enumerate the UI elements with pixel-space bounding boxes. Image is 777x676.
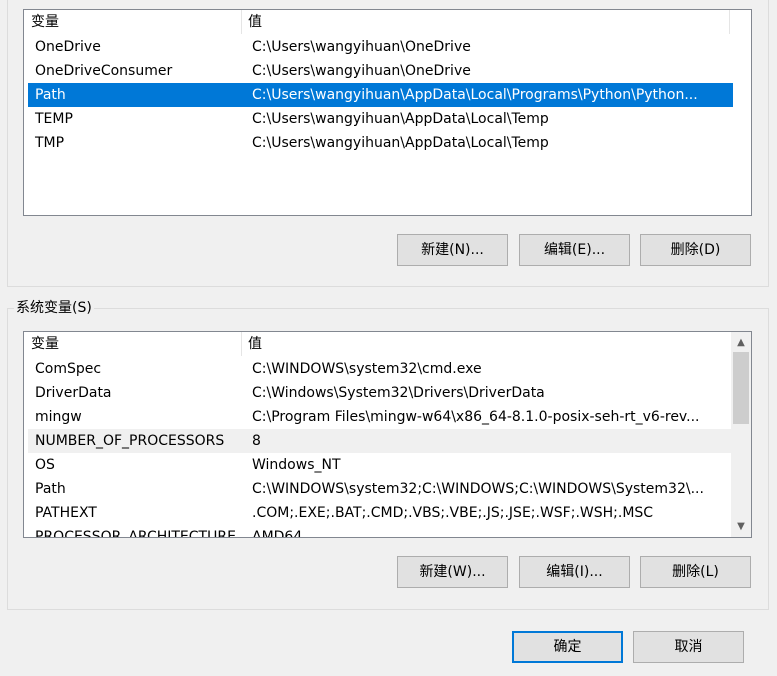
system-new-button[interactable]: 新建(W)... (397, 556, 508, 588)
variable-value: C:\Users\wangyihuan\OneDrive (252, 39, 471, 55)
column-header-value[interactable]: 值 (241, 332, 729, 356)
variable-value: .COM;.EXE;.BAT;.CMD;.VBS;.VBE;.JS;.JSE;.… (252, 505, 654, 521)
column-header-value[interactable]: 值 (241, 10, 729, 34)
variable-value: C:\Users\wangyihuan\AppData\Local\Temp (252, 135, 549, 151)
variable-value: C:\Windows\System32\Drivers\DriverData (252, 385, 545, 401)
user-variables-header: 变量 值 (24, 10, 751, 34)
user-delete-button[interactable]: 删除(D) (640, 234, 751, 266)
user-row[interactable]: TEMP C:\Users\wangyihuan\AppData\Local\Te… (28, 107, 733, 131)
variable-name: mingw (35, 409, 82, 425)
system-row[interactable]: OS Windows_NT (28, 453, 731, 477)
variable-value: C:\WINDOWS\system32;C:\WINDOWS;C:\WINDOW… (252, 481, 704, 497)
variable-name: OneDrive (35, 39, 101, 55)
column-separator (729, 10, 730, 34)
variable-value: C:\WINDOWS\system32\cmd.exe (252, 361, 482, 377)
variable-value: C:\Users\wangyihuan\AppData\Local\Temp (252, 111, 549, 127)
system-row[interactable]: PROCESSOR_ARCHITECTURE AMD64 (28, 525, 731, 538)
variable-name: PATHEXT (35, 505, 97, 521)
variable-name: ComSpec (35, 361, 102, 377)
variable-value: AMD64 (252, 529, 303, 538)
system-row[interactable]: Path C:\WINDOWS\system32;C:\WINDOWS;C:\WI… (28, 477, 731, 501)
system-variables-title: 系统变量(S) (14, 298, 94, 318)
variable-name: NUMBER_OF_PROCESSORS (35, 433, 225, 449)
chevron-down-icon[interactable]: ▼ (731, 518, 751, 535)
variable-value: 8 (252, 433, 261, 449)
variable-value: C:\Users\wangyihuan\AppData\Local\Progra… (252, 87, 698, 103)
system-variables-list[interactable]: 变量 值 ComSpec C:\WINDOWS\system32\cmd.exe D… (23, 331, 752, 538)
variable-name: DriverData (35, 385, 112, 401)
vertical-scrollbar[interactable]: ▲ ▼ (731, 332, 751, 537)
variable-value: Windows_NT (252, 457, 341, 473)
variable-name: PROCESSOR_ARCHITECTURE (35, 529, 236, 538)
variable-name: OneDriveConsumer (35, 63, 173, 79)
user-variables-list[interactable]: 变量 值 OneDrive C:\Users\wangyihuan\OneDriv… (23, 9, 752, 216)
user-row[interactable]: OneDriveConsumer C:\Users\wangyihuan\OneD… (28, 59, 733, 83)
variable-name: TMP (35, 135, 65, 151)
cancel-button[interactable]: 取消 (633, 631, 744, 663)
system-row[interactable]: mingw C:\Program Files\mingw-w64\x86_64-8… (28, 405, 731, 429)
variable-value: C:\Users\wangyihuan\OneDrive (252, 63, 471, 79)
column-header-variable[interactable]: 变量 (24, 10, 241, 34)
system-row[interactable]: NUMBER_OF_PROCESSORS 8 (28, 429, 731, 453)
user-row[interactable]: TMP C:\Users\wangyihuan\AppData\Local\Tem… (28, 131, 733, 155)
ok-button[interactable]: 确定 (512, 631, 623, 663)
variable-name: Path (35, 87, 66, 103)
scrollbar-thumb[interactable] (733, 352, 749, 424)
system-delete-button[interactable]: 删除(L) (640, 556, 751, 588)
variable-name: TEMP (35, 111, 73, 127)
user-row[interactable]: Path C:\Users\wangyihuan\AppData\Local\Pr… (28, 83, 733, 107)
system-variables-header: 变量 值 (24, 332, 731, 356)
variable-name: Path (35, 481, 66, 497)
system-row[interactable]: ComSpec C:\WINDOWS\system32\cmd.exe (28, 357, 731, 381)
column-header-variable[interactable]: 变量 (24, 332, 241, 356)
variable-value: C:\Program Files\mingw-w64\x86_64-8.1.0-… (252, 409, 700, 425)
system-edit-button[interactable]: 编辑(I)... (519, 556, 630, 588)
system-row[interactable]: DriverData C:\Windows\System32\Drivers\Dr… (28, 381, 731, 405)
variable-name: OS (35, 457, 55, 473)
chevron-up-icon[interactable]: ▲ (731, 334, 751, 351)
user-row[interactable]: OneDrive C:\Users\wangyihuan\OneDrive (28, 35, 733, 59)
system-row[interactable]: PATHEXT .COM;.EXE;.BAT;.CMD;.VBS;.VBE;.JS… (28, 501, 731, 525)
user-edit-button[interactable]: 编辑(E)... (519, 234, 630, 266)
user-new-button[interactable]: 新建(N)... (397, 234, 508, 266)
